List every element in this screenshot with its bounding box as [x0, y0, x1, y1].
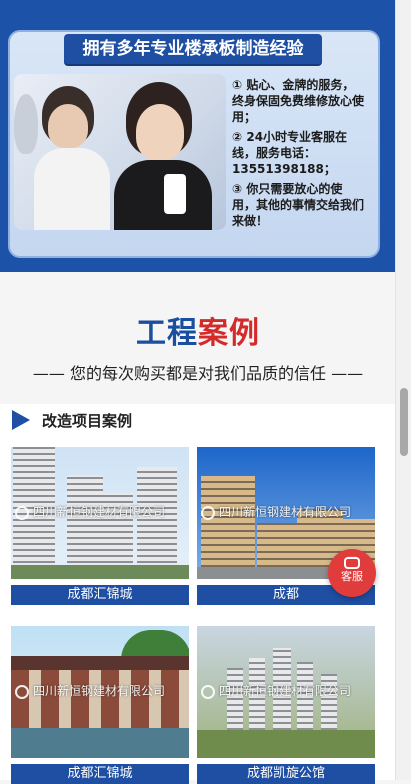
scrollbar-thumb[interactable]: [400, 388, 408, 456]
logo-icon: [201, 684, 215, 699]
service-item: ③ 你只需要放心的使用，其他的事情交给我们来做！: [232, 182, 365, 228]
service-banner: 拥有多年专业楼承板制造经验 ① 贴心、金牌的服务，终身保固免费维修放心使用； ②…: [0, 0, 396, 272]
logo-icon: [15, 505, 29, 520]
watermark: 四川新恒钢建材有限公司: [11, 503, 189, 520]
logo-icon: [201, 505, 215, 520]
chat-icon: [344, 553, 360, 569]
triangle-icon: [12, 410, 30, 430]
case-caption[interactable]: 成都汇锦城: [11, 764, 189, 784]
watermark: 四川新恒钢建材有限公司: [11, 682, 189, 699]
service-heading: 拥有多年专业楼承板制造经验: [64, 34, 322, 64]
logo-icon: [15, 684, 29, 699]
case-image[interactable]: 四川新恒钢建材有限公司: [197, 626, 375, 758]
cases-subtitle: —— 您的每次购买都是对我们品质的信任 ——: [32, 364, 364, 383]
case-tile[interactable]: 四川新恒钢建材有限公司 成都汇锦城: [11, 447, 189, 605]
watermark-text: 四川新恒钢建材有限公司: [33, 684, 166, 698]
watermark: 四川新恒钢建材有限公司: [197, 503, 375, 520]
section-heading: 改造项目案例: [12, 408, 132, 432]
service-item: ② 24小时专业客服在线，服务电话：13551398188；: [232, 130, 348, 176]
cases-title-part1: 工程: [136, 316, 198, 351]
case-caption[interactable]: 成都凯旋公馆: [197, 764, 375, 784]
customer-service-label: 客服: [341, 570, 363, 583]
watermark-text: 四川新恒钢建材有限公司: [219, 684, 352, 698]
watermark-text: 四川新恒钢建材有限公司: [219, 505, 352, 519]
scrollbar[interactable]: [395, 0, 411, 780]
case-tile[interactable]: 四川新恒钢建材有限公司 成都凯旋公馆: [197, 626, 375, 784]
case-caption[interactable]: 成都汇锦城: [11, 585, 189, 605]
service-text: ① 贴心、金牌的服务，终身保固免费维修放心使用； ② 24小时专业客服在线，服务…: [232, 77, 366, 233]
cases-title: 工程案例: [0, 308, 396, 352]
section-label: 改造项目案例: [42, 411, 133, 430]
case-image[interactable]: 四川新恒钢建材有限公司: [11, 626, 189, 758]
case-image[interactable]: 四川新恒钢建材有限公司: [11, 447, 189, 579]
cases-title-part2: 案例: [198, 316, 260, 351]
customer-service-photo: [14, 74, 226, 230]
case-tile[interactable]: 四川新恒钢建材有限公司 成都汇锦城: [11, 626, 189, 784]
service-item: ① 贴心、金牌的服务，终身保固免费维修放心使用；: [232, 78, 365, 124]
watermark: 四川新恒钢建材有限公司: [197, 682, 375, 699]
watermark-text: 四川新恒钢建材有限公司: [33, 505, 166, 519]
customer-service-button[interactable]: 客服: [328, 549, 376, 597]
